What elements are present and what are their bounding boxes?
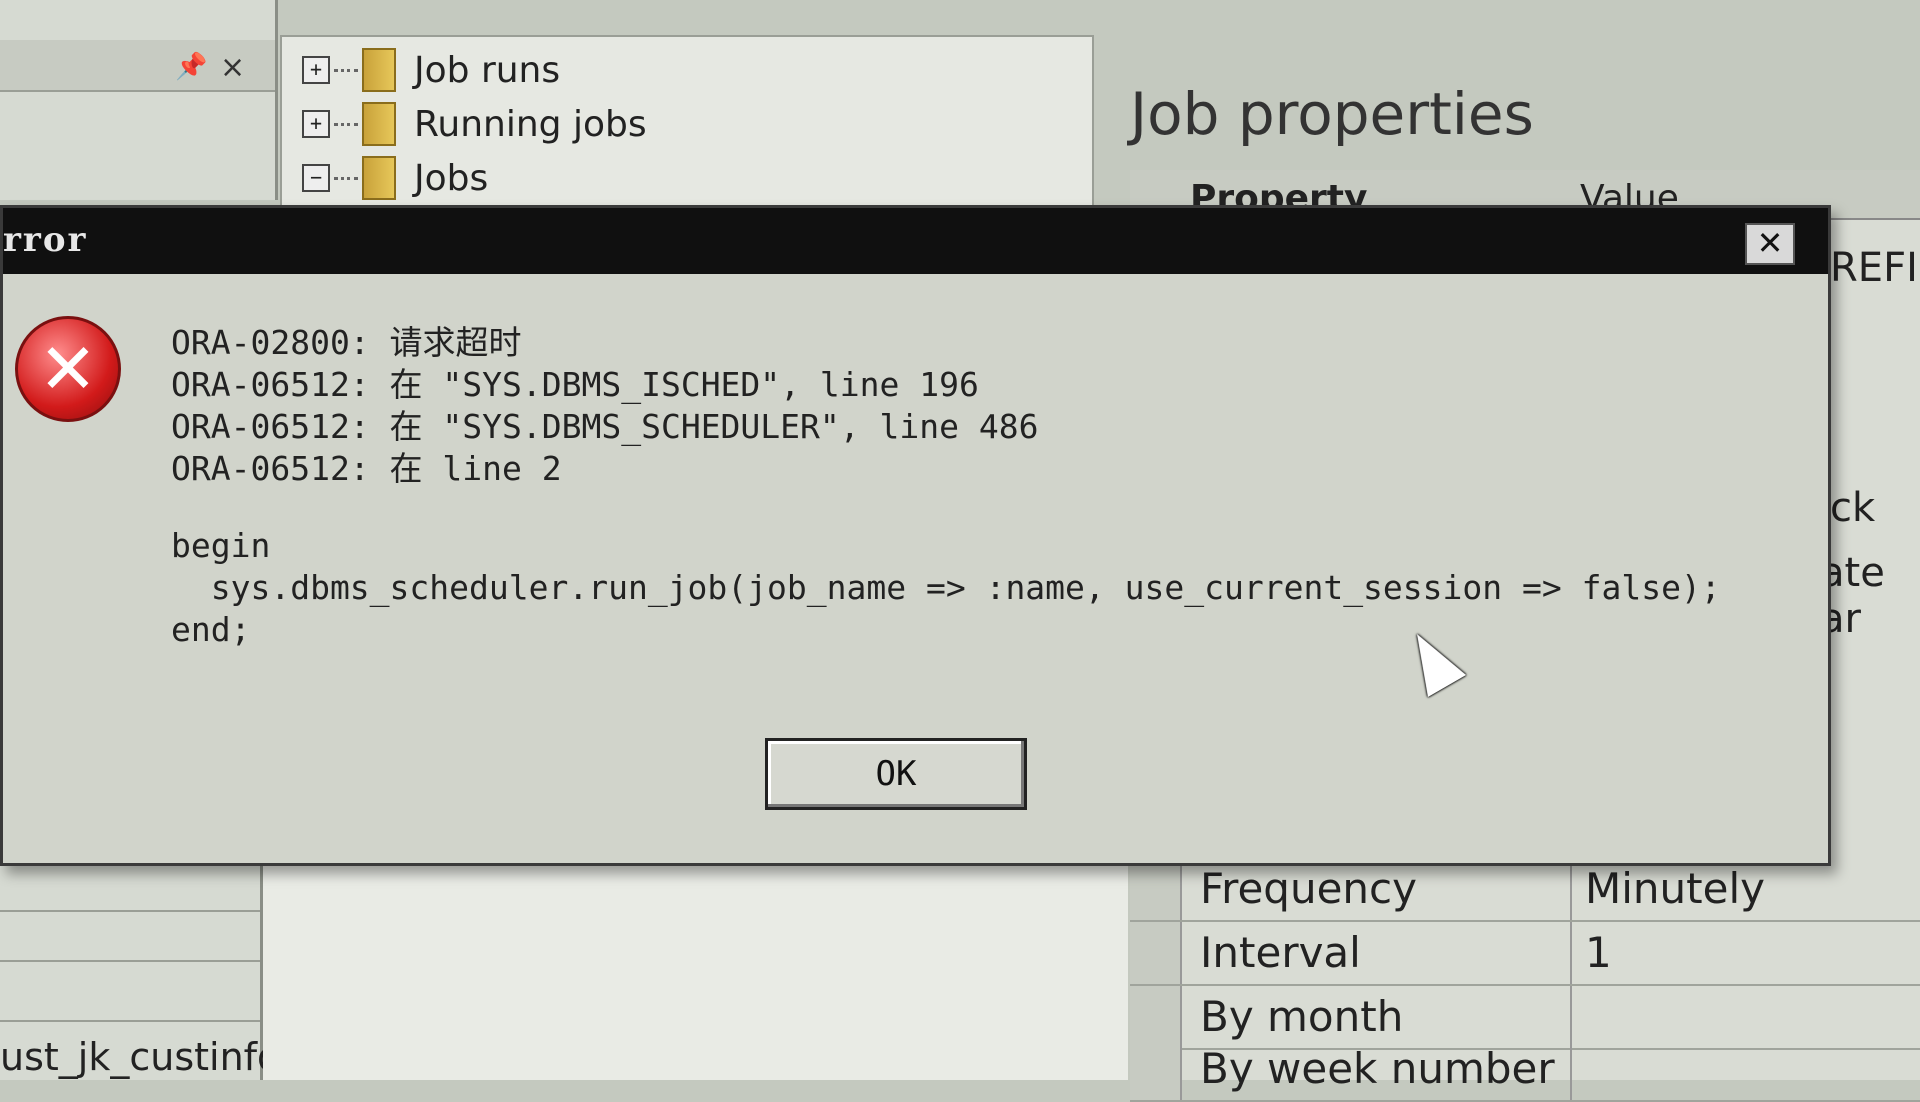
column-divider: [1570, 1038, 1572, 1100]
tree-connector: [334, 68, 358, 72]
property-name: Interval: [1200, 928, 1361, 977]
code-line: begin: [171, 526, 271, 565]
column-divider: [1570, 858, 1572, 920]
partial-value-text: REFI: [1830, 245, 1918, 291]
divider: [0, 960, 260, 962]
tree-item-label: Job runs: [414, 49, 561, 91]
error-icon: ✕: [15, 316, 121, 422]
content-area: [263, 860, 1128, 1080]
tree-item-jobs[interactable]: − Jobs: [302, 153, 488, 203]
folder-icon: [362, 102, 396, 146]
tree-connector: [334, 176, 358, 180]
property-row-frequency[interactable]: Frequency Minutely: [1130, 858, 1920, 922]
dialog-title: rror: [3, 220, 88, 260]
property-name: Frequency: [1200, 864, 1417, 913]
row-gutter: [1130, 922, 1182, 984]
dialog-titlebar[interactable]: rror ✕: [3, 208, 1828, 274]
close-icon[interactable]: ×: [220, 50, 245, 85]
tree-item-job-runs[interactable]: + Job runs: [302, 45, 560, 95]
property-name: By month: [1200, 992, 1404, 1041]
expand-icon[interactable]: +: [302, 110, 330, 138]
left-panel-bottom: ust_jk_custinfo: [0, 860, 280, 1080]
property-row-by-week-number[interactable]: By week number: [1130, 1038, 1920, 1102]
error-dialog: rror ✕ ✕ ORA-02800: 请求超时 ORA-06512: 在 "S…: [0, 205, 1831, 866]
property-row-interval[interactable]: Interval 1: [1130, 922, 1920, 986]
object-tree: + Job runs + Running jobs − Jobs: [280, 35, 1094, 207]
row-gutter: [1130, 1038, 1182, 1100]
code-line: end;: [171, 610, 251, 649]
tree-item-running-jobs[interactable]: + Running jobs: [302, 99, 647, 149]
folder-icon: [362, 48, 396, 92]
left-panel-top: 📌 ×: [0, 0, 278, 200]
tree-connector: [334, 122, 358, 126]
code-line: sys.dbms_scheduler.run_job(job_name => :…: [171, 568, 1721, 607]
close-button[interactable]: ✕: [1745, 223, 1795, 265]
property-value[interactable]: 1: [1585, 928, 1612, 977]
list-item[interactable]: ust_jk_custinfo: [0, 1035, 280, 1079]
partial-value-text: ck: [1830, 485, 1876, 531]
tree-item-label: Jobs: [414, 157, 489, 199]
column-divider: [1570, 922, 1572, 984]
folder-icon: [362, 156, 396, 200]
error-message-line: ORA-06512: 在 line 2: [171, 449, 562, 488]
row-gutter: [1130, 858, 1182, 920]
error-message-line: ORA-06512: 在 "SYS.DBMS_ISCHED", line 196: [171, 365, 979, 404]
error-message-line: ORA-02800: 请求超时: [171, 323, 522, 362]
error-message-line: ORA-06512: 在 "SYS.DBMS_SCHEDULER", line …: [171, 407, 1039, 446]
pin-icon[interactable]: 📌: [175, 52, 207, 82]
page-title: Job properties: [1130, 80, 1534, 148]
tree-item-label: Running jobs: [414, 103, 647, 145]
property-name: By week number: [1200, 1044, 1555, 1093]
collapse-icon[interactable]: −: [302, 164, 330, 192]
expand-icon[interactable]: +: [302, 56, 330, 84]
property-value[interactable]: Minutely: [1585, 864, 1765, 913]
divider: [0, 1020, 260, 1022]
divider: [0, 910, 260, 912]
ok-button[interactable]: OK: [765, 738, 1027, 810]
partial-value-text: ate ar: [1820, 550, 1885, 642]
